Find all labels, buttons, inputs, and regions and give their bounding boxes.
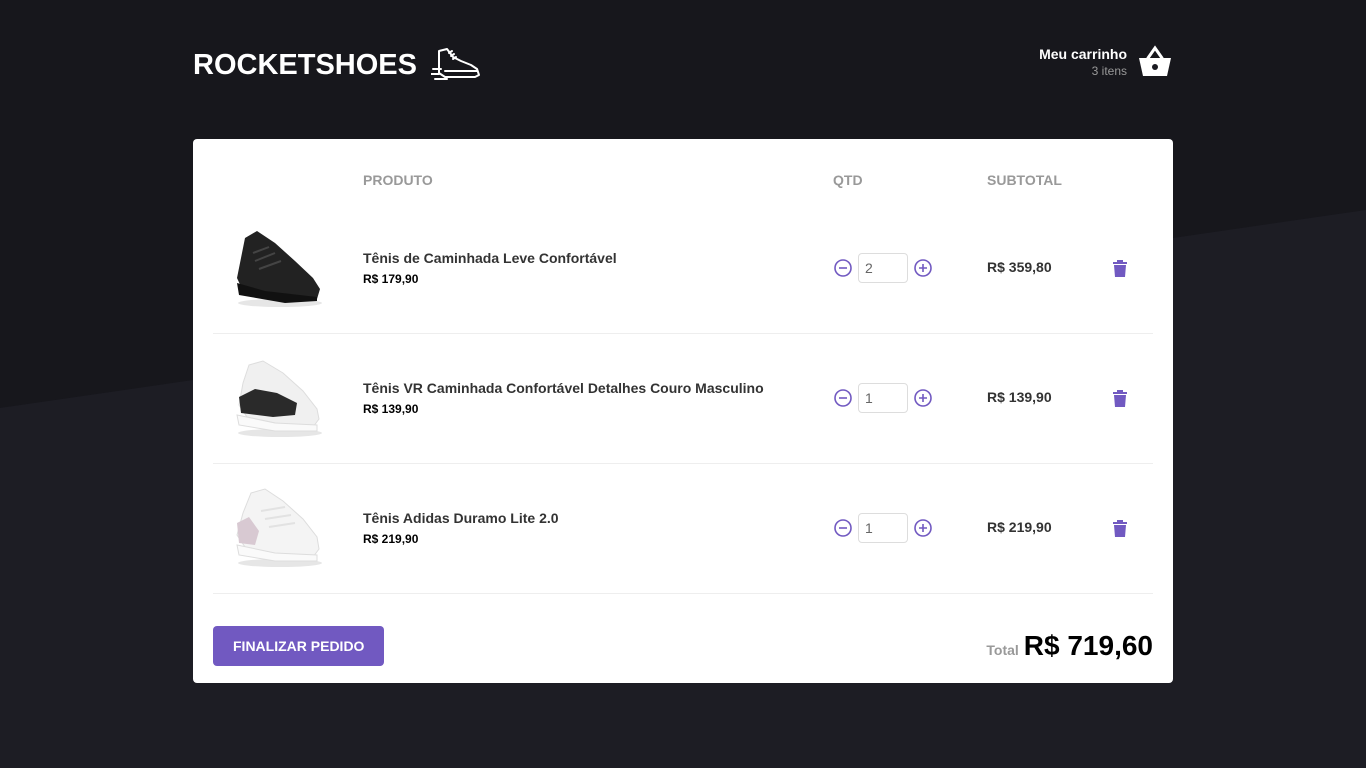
table-row: Tênis VR Caminhada Confortável Detalhes … (213, 333, 1153, 464)
quantity-cell (823, 333, 977, 464)
increment-button[interactable] (913, 518, 933, 538)
cart-table: PRODUTO QTD SUBTOTAL Tênis de Caminhada … (213, 159, 1153, 594)
header-subtotal: SUBTOTAL (987, 172, 1062, 188)
brand-name: ROCKETSHOES (193, 48, 417, 81)
cart-panel: PRODUTO QTD SUBTOTAL Tênis de Caminhada … (193, 139, 1173, 683)
trash-icon (1113, 390, 1127, 407)
product-name: Tênis Adidas Duramo Lite 2.0 (363, 510, 559, 526)
cart-item-count: 3 itens (1091, 63, 1127, 78)
quantity-stepper (833, 513, 967, 543)
plus-circle-icon (914, 389, 932, 407)
actions-cell (1097, 463, 1153, 594)
subtotal-cell: R$ 359,80 (977, 203, 1097, 334)
increment-button[interactable] (913, 388, 933, 408)
cart-footer: FINALIZAR PEDIDO Total R$ 719,60 (213, 625, 1153, 666)
product-image-cell (213, 333, 353, 464)
product-image-cell (213, 463, 353, 594)
cart-link[interactable]: Meu carrinho 3 itens (1039, 44, 1173, 80)
product-info-cell: Tênis de Caminhada Leve Confortável R$ 1… (353, 203, 823, 334)
actions-cell (1097, 333, 1153, 464)
quantity-input[interactable] (858, 252, 908, 283)
trash-icon (1113, 259, 1127, 277)
subtotal-value: R$ 219,90 (987, 519, 1052, 535)
running-shoe-icon (429, 45, 483, 85)
subtotal-cell: R$ 219,90 (977, 463, 1097, 594)
product-image (237, 230, 322, 307)
total-value: R$ 719,60 (1023, 629, 1153, 661)
quantity-input[interactable] (858, 383, 908, 413)
quantity-stepper (833, 383, 967, 413)
quantity-stepper (833, 252, 967, 283)
product-image-cell (213, 203, 353, 334)
minus-circle-icon (834, 258, 852, 277)
actions-cell (1097, 203, 1153, 334)
delete-button[interactable] (1107, 253, 1133, 283)
decrement-button[interactable] (833, 388, 853, 408)
subtotal-cell: R$ 139,90 (977, 333, 1097, 464)
delete-button[interactable] (1107, 383, 1133, 413)
finalize-order-button[interactable]: FINALIZAR PEDIDO (213, 625, 385, 666)
delete-button[interactable] (1107, 513, 1133, 543)
product-price: R$ 219,90 (363, 532, 419, 546)
table-row: Tênis de Caminhada Leve Confortável R$ 1… (213, 203, 1153, 334)
product-name: Tênis VR Caminhada Confortável Detalhes … (363, 380, 764, 396)
decrement-button[interactable] (833, 518, 853, 538)
quantity-cell (823, 463, 977, 594)
header-product: PRODUTO (363, 172, 433, 188)
header-actions-col (1097, 159, 1153, 203)
product-image (236, 488, 322, 567)
header-quantity: QTD (833, 172, 863, 188)
plus-circle-icon (914, 258, 932, 277)
trash-icon (1113, 520, 1127, 537)
table-row: Tênis Adidas Duramo Lite 2.0 R$ 219,90 1… (213, 463, 1153, 594)
product-name: Tênis de Caminhada Leve Confortável (363, 249, 617, 266)
product-image (236, 360, 322, 437)
header: ROCKETSHOES Meu carrinho 3 itens (193, 0, 1173, 139)
quantity-cell (823, 203, 977, 334)
product-info-cell: Tênis VR Caminhada Confortável Detalhes … (353, 333, 823, 464)
basket-icon (1137, 44, 1173, 80)
minus-circle-icon (834, 519, 852, 537)
plus-circle-icon (914, 519, 932, 537)
total-label: Total (986, 641, 1019, 658)
table-header-row: PRODUTO QTD SUBTOTAL (213, 159, 1153, 203)
product-info-cell: Tênis Adidas Duramo Lite 2.0 R$ 219,90 (353, 463, 823, 594)
increment-button[interactable] (913, 258, 933, 278)
header-image-col (213, 159, 353, 203)
order-total: Total R$ 719,60 (986, 630, 1153, 662)
cart-summary: Meu carrinho 3 itens (1039, 46, 1127, 78)
subtotal-value: R$ 359,80 (987, 258, 1052, 275)
decrement-button[interactable] (833, 258, 853, 278)
product-price: R$ 139,90 (363, 402, 419, 416)
minus-circle-icon (834, 389, 852, 407)
quantity-input[interactable] (858, 513, 908, 543)
subtotal-value: R$ 139,90 (987, 389, 1052, 405)
product-price: R$ 179,90 (363, 271, 419, 286)
cart-title: Meu carrinho (1039, 45, 1127, 62)
brand-logo-link[interactable]: ROCKETSHOES (193, 45, 483, 85)
